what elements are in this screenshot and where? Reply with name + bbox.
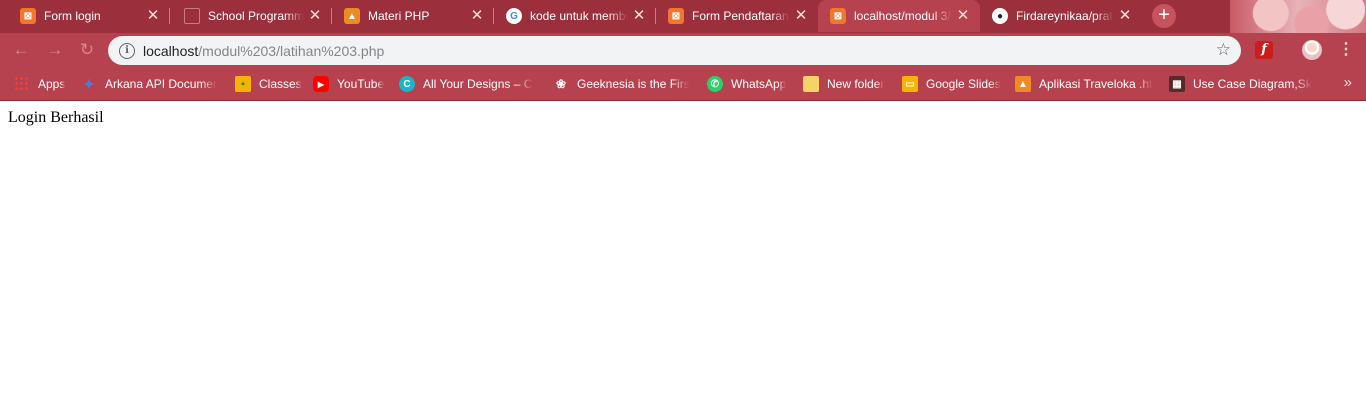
bird-icon: ✦ [83,75,95,92]
tab-school-programming[interactable]: School Programming ✕ [170,0,332,32]
bookmark-whatsapp[interactable]: ✆ WhatsApp [707,75,786,93]
bookmark-label: WhatsApp [731,77,787,91]
close-icon[interactable]: ✕ [470,8,484,23]
address-bar[interactable]: i localhost/modul%203/latihan%203.php ☆ [108,36,1241,65]
person-icon: ▲ [344,8,360,24]
tab-title: localhost/modul 3/latihan [854,9,952,23]
tab-title: kode untuk membuat [530,9,628,23]
bookmarks-overflow-icon[interactable]: » [1344,74,1352,91]
tab-form-login[interactable]: ⊠ Form login ✕ [0,0,170,32]
bookmark-label: Use Case Diagram,Sk [1193,77,1312,91]
bookmark-new-folder[interactable]: New folder [803,75,884,93]
bookmark-label: YouTube [337,77,385,91]
bookmark-classes[interactable]: ▪ Classes [235,75,302,93]
bookmark-label: Classes [259,77,302,91]
bookmark-label: Apps [38,77,66,91]
site-info-icon[interactable]: i [119,42,135,59]
reload-button[interactable]: ↻ [76,39,98,61]
tab-kode-untuk-membuat[interactable]: G kode untuk membuat ✕ [494,0,656,32]
close-icon[interactable]: ✕ [1118,8,1132,23]
canva-icon: C [399,76,415,92]
close-icon[interactable]: ✕ [308,8,322,23]
bookmark-label: Google Slides [926,77,1001,91]
close-icon[interactable]: ✕ [956,8,970,23]
page-content: Login Berhasil [0,101,1366,414]
url-host: localhost [143,42,199,59]
slides-icon: ▭ [902,76,918,92]
bookmark-apps[interactable]: Apps [14,75,65,93]
bookmark-label: Arkana API Documentation [105,77,217,91]
xampp-icon: ⊠ [668,8,684,24]
profile-avatar[interactable] [1302,40,1322,60]
bookmark-aplikasi-traveloka[interactable]: ▲ Aplikasi Traveloka .html [1015,75,1153,93]
tab-title: Firdareynikaa/pratikum [1016,9,1114,23]
bookmarks-bar: Apps ✦ Arkana API Documentation ▪ Classe… [0,68,1366,100]
folder-icon [803,76,819,92]
forward-button[interactable]: → [44,39,66,61]
classes-icon: ▪ [235,76,251,92]
geeknesia-icon: ❀ [555,77,567,91]
bookmark-label: New folder [827,77,885,91]
github-icon: ● [992,8,1008,24]
tab-github-firdareynikaa[interactable]: ● Firdareynikaa/pratikum ✕ [980,0,1142,32]
tab-materi-php[interactable]: ▲ Materi PHP ✕ [332,0,494,32]
url-path: /modul%203/latihan%203.php [198,42,385,59]
bookmark-canva[interactable]: C All Your Designs – Canva [399,75,533,93]
tab-title: Form Pendaftaran [692,9,789,23]
close-icon[interactable]: ✕ [794,8,808,23]
apps-grid-icon [14,76,30,92]
whatsapp-icon: ✆ [707,76,723,92]
tab-title: School Programming [208,9,304,23]
url-text[interactable]: localhost/modul%203/latihan%203.php [143,43,384,59]
tab-title: Materi PHP [368,9,430,23]
xampp-icon: ⊠ [20,8,36,24]
xampp-icon: ⊠ [830,8,846,24]
login-success-message: Login Berhasil [8,109,104,126]
bookmark-youtube[interactable]: ▶ YouTube [313,75,384,93]
back-button[interactable]: ← [10,39,32,61]
document-icon [184,8,200,24]
tab-title: Form login [44,9,101,23]
traveloka-icon: ▲ [1015,76,1031,92]
tab-localhost-modul3[interactable]: ⊠ localhost/modul 3/latihan ✕ [818,0,980,32]
use-case-icon: ▦ [1169,76,1185,92]
bookmark-arkana-api[interactable]: ✦ Arkana API Documentation [81,75,217,93]
close-icon[interactable]: ✕ [146,8,160,23]
bookmark-star-icon[interactable]: ☆ [1216,40,1231,60]
youtube-icon: ▶ [313,76,329,92]
tab-form-pendaftaran[interactable]: ⊠ Form Pendaftaran ✕ [656,0,818,32]
bookmark-geeknesia[interactable]: ❀ Geeknesia is the First [553,75,689,93]
theme-decoration [1230,0,1366,33]
google-icon: G [506,8,522,24]
close-icon[interactable]: ✕ [632,8,646,23]
menu-icon[interactable]: ⋮ [1338,39,1354,61]
flash-extension-icon[interactable]: f [1255,41,1273,59]
bookmark-google-slides[interactable]: ▭ Google Slides [902,75,1001,93]
bookmark-use-case-diagram[interactable]: ▦ Use Case Diagram,Sk [1169,75,1312,93]
tab-strip: ⊠ Form login ✕ School Programming ✕ ▲ Ma… [0,0,1366,33]
bookmark-label: All Your Designs – Canva [423,77,533,91]
new-tab-button[interactable]: + [1152,4,1176,28]
browser-chrome: ⊠ Form login ✕ School Programming ✕ ▲ Ma… [0,0,1366,101]
bookmark-label: Geeknesia is the First [577,77,689,91]
bookmark-label: Aplikasi Traveloka .html [1039,77,1153,91]
toolbar: ← → ↻ i localhost/modul%203/latihan%203.… [0,33,1366,68]
